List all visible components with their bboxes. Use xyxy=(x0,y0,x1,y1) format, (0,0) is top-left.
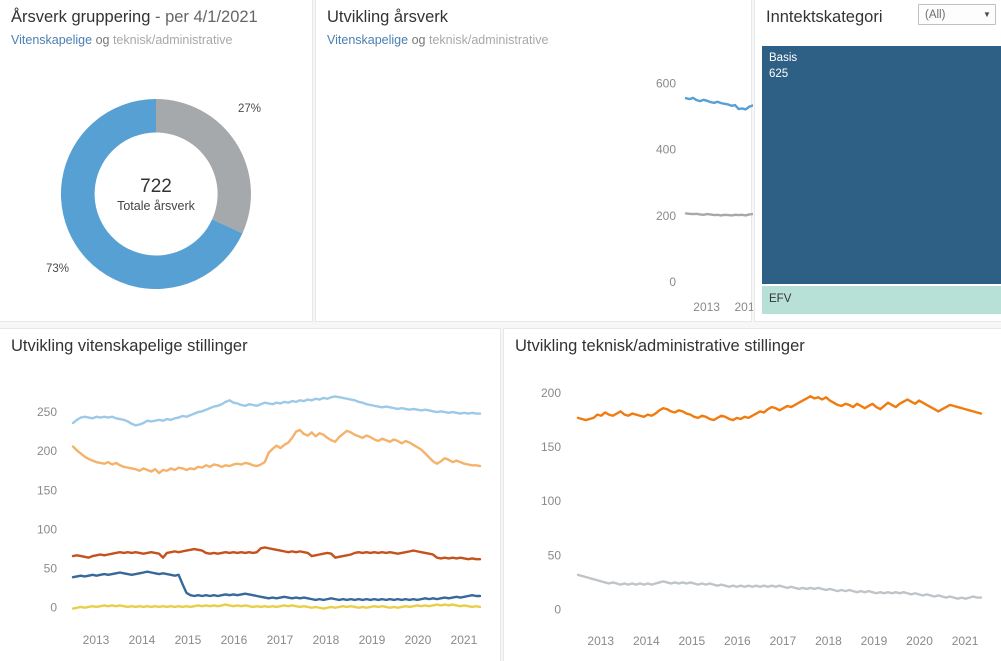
x-axis-tick-label: 2016 xyxy=(724,634,751,648)
y-axis-tick-label: 200 xyxy=(656,209,676,223)
panel-title-utvikling-teknisk: Utvikling teknisk/administrative stillin… xyxy=(515,337,805,355)
treemap-node-basis-name: Basis xyxy=(769,52,798,64)
panel-utvikling-arsverk: Utvikling årsverk Vitenskapelige og tekn… xyxy=(315,0,753,322)
panel-title-inntektskategori: Inntektskategori xyxy=(766,8,883,26)
subtitle-part-teknisk: teknisk/administrative xyxy=(428,33,549,47)
subtitle-conjunction: og xyxy=(92,33,113,47)
x-axis-tick-label: 2017 xyxy=(770,634,797,648)
subtitle-part-vitenskapelige: Vitenskapelige xyxy=(327,33,409,47)
line-series-series-light-orange[interactable] xyxy=(71,428,482,475)
y-axis-tick-label: 250 xyxy=(37,405,57,419)
x-axis-tick-label: 2013 xyxy=(587,634,614,648)
donut-percent-teknisk: 27% xyxy=(238,103,262,115)
treemap-node-basis-label: Basis 625 xyxy=(769,51,797,82)
subtitle-part-vitenskapelige: Vitenskapelige xyxy=(11,33,93,47)
treemap-node-efv-label: EFV xyxy=(769,292,791,308)
dashboard-root: Årsverk gruppering - per 4/1/2021 Vitens… xyxy=(0,0,1001,661)
x-axis-tick-label: 2017 xyxy=(267,633,294,647)
y-axis-tick-label: 400 xyxy=(656,143,676,157)
x-axis-tick-label: 2021 xyxy=(952,634,979,648)
y-axis-tick-label: 0 xyxy=(554,603,561,617)
line-series-series-dark-orange[interactable] xyxy=(71,546,482,561)
donut-percent-vitenskapelige: 73% xyxy=(46,263,70,275)
donut-total-caption: Totale årsverk xyxy=(117,198,195,213)
x-axis-tick-label: 2016 xyxy=(221,633,248,647)
x-axis-tick-label: 2014 xyxy=(633,634,660,648)
subtitle-conjunction: og xyxy=(408,33,429,47)
line-series-teknisk/administrative[interactable] xyxy=(684,210,753,218)
x-axis-tick-label: 2015 xyxy=(678,634,705,648)
x-axis-tick-label: 2019 xyxy=(861,634,888,648)
y-axis-tick-label: 100 xyxy=(541,494,561,508)
treemap-node-efv-name: EFV xyxy=(769,293,792,305)
panel-title-suffix: - per 4/1/2021 xyxy=(150,8,258,26)
y-axis-tick-label: 600 xyxy=(656,76,676,90)
panel-title-utvikling-vitenskapelige: Utvikling vitenskapelige stillinger xyxy=(11,337,248,355)
x-axis-tick-label: 2020 xyxy=(906,634,933,648)
y-axis-tick-label: 100 xyxy=(37,522,57,536)
inntektskategori-filter-dropdown[interactable]: (All) ▼ xyxy=(918,4,996,25)
line-series-series-light-blue[interactable] xyxy=(71,395,482,427)
y-axis-tick-label: 150 xyxy=(37,483,57,497)
panel-subtitle-utvikling-arsverk: Vitenskapelige og teknisk/administrative xyxy=(327,33,548,47)
filter-selected-value: (All) xyxy=(925,8,946,21)
y-axis-tick-label: 150 xyxy=(541,440,561,454)
treemap-node-basis-value: 625 xyxy=(769,67,789,80)
x-axis-tick-label: 2021 xyxy=(451,633,478,647)
panel-title-arsverk-gruppering: Årsverk gruppering - per 4/1/2021 xyxy=(11,8,258,27)
y-axis-tick-label: 0 xyxy=(669,275,676,289)
chart-utvikling-arsverk[interactable]: 0200400600201320142015201620172018201920… xyxy=(316,48,753,318)
panel-utvikling-vitenskapelige-stillinger: Utvikling vitenskapelige stillinger 0 50 1… xyxy=(0,328,501,661)
chevron-down-icon: ▼ xyxy=(983,10,991,19)
line-series-Vitenskapelige[interactable] xyxy=(684,86,753,113)
x-axis-tick-label: 2013 xyxy=(693,300,720,314)
x-axis-tick-label: 2014 xyxy=(129,633,156,647)
line-series-series-light-grey[interactable] xyxy=(576,573,983,600)
panel-arsverk-gruppering: Årsverk gruppering - per 4/1/2021 Vitens… xyxy=(0,0,313,322)
panel-title-utvikling-arsverk: Utvikling årsverk xyxy=(327,8,449,26)
line-series-series-dark-blue[interactable] xyxy=(71,570,482,602)
x-axis-tick-label: 2018 xyxy=(313,633,340,647)
panel-utvikling-teknisk-administrative-stillinger: Utvikling teknisk/administrative stillin… xyxy=(503,328,1001,661)
y-axis-tick-label: 0 xyxy=(50,601,57,615)
y-axis-tick-label: 50 xyxy=(548,548,562,562)
treemap-node-efv[interactable]: EFV xyxy=(762,286,1001,314)
x-axis-tick-label: 2014 xyxy=(735,300,753,314)
panel-title-main: Årsverk gruppering xyxy=(11,8,151,26)
treemap-inntektskategori[interactable]: Basis 625 EFV xyxy=(762,46,1001,314)
treemap-node-basis[interactable]: Basis 625 xyxy=(762,46,1001,284)
x-axis-tick-label: 2013 xyxy=(83,633,110,647)
panel-subtitle-arsverk-gruppering: Vitenskapelige og teknisk/administrative xyxy=(11,33,232,47)
chart-utvikling-teknisk[interactable]: 0 50 100 150 200 2013 2014 2015 2016 2017 2018 2019… xyxy=(504,369,1001,661)
line-series-series-orange[interactable] xyxy=(576,395,983,422)
donut-total-value: 722 xyxy=(140,176,172,198)
x-axis-tick-label: 2020 xyxy=(405,633,432,647)
x-axis-tick-label: 2019 xyxy=(359,633,386,647)
line-series-series-yellow[interactable] xyxy=(71,603,482,610)
y-axis-tick-label: 200 xyxy=(541,386,561,400)
x-axis-tick-label: 2015 xyxy=(175,633,202,647)
x-axis-tick-label: 2018 xyxy=(815,634,842,648)
y-axis-tick-label: 200 xyxy=(37,444,57,458)
subtitle-part-teknisk: teknisk/administrative xyxy=(112,33,233,47)
y-axis-tick-label: 50 xyxy=(44,562,58,576)
chart-utvikling-vitenskapelige[interactable]: 0 50 100 150 200 250 2013 2014 2015 2016 2017 2018 2… xyxy=(0,369,501,661)
donut-chart[interactable]: 722 Totale årsverk xyxy=(47,85,265,303)
donut-center-label-group: 722 Totale årsverk xyxy=(47,85,265,303)
